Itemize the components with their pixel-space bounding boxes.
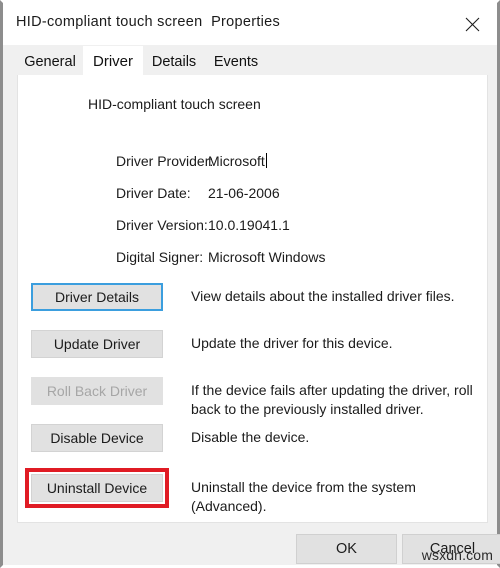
tab-events[interactable]: Events: [205, 48, 267, 75]
tab-driver[interactable]: Driver: [83, 46, 143, 76]
action-row-driver-details: Driver Details View details about the in…: [18, 283, 487, 323]
tab-strip: General Driver Details Events: [3, 45, 497, 76]
uninstall-device-description: Uninstall the device from the system (Ad…: [191, 479, 416, 514]
tab-details[interactable]: Details: [143, 48, 205, 75]
info-value: Microsoft Windows: [208, 249, 326, 265]
action-row-update-driver: Update Driver Update the driver for this…: [18, 330, 487, 370]
info-label: Driver Date:: [116, 185, 191, 201]
title-bar: HID-compliant touch screen Properties: [3, 3, 497, 45]
info-row-driver-version: Driver Version: 10.0.19041.1: [18, 217, 487, 237]
info-value: Microsoft: [208, 153, 267, 169]
disable-device-description: Disable the device.: [191, 429, 310, 445]
tab-general[interactable]: General: [17, 48, 83, 75]
update-driver-description: Update the driver for this device.: [191, 335, 393, 351]
driver-details-description: View details about the installed driver …: [191, 288, 455, 304]
update-driver-button[interactable]: Update Driver: [31, 330, 163, 358]
info-row-driver-date: Driver Date: 21-06-2006: [18, 185, 487, 205]
info-value: 21-06-2006: [208, 185, 280, 201]
text-caret: [265, 153, 267, 168]
properties-dialog: HID-compliant touch screen Properties Ge…: [0, 0, 500, 568]
action-row-uninstall-device: Uninstall Device Uninstall the device fr…: [18, 468, 487, 514]
driver-tab-panel: HID-compliant touch screen Driver Provid…: [17, 75, 488, 523]
info-row-digital-signer: Digital Signer: Microsoft Windows: [18, 249, 487, 269]
uninstall-device-button[interactable]: Uninstall Device: [31, 474, 163, 502]
device-name-label: HID-compliant touch screen: [88, 96, 261, 112]
info-row-driver-provider: Driver Provider: Microsoft: [18, 153, 487, 173]
action-row-disable-device: Disable Device Disable the device.: [18, 424, 487, 464]
info-label: Digital Signer:: [116, 249, 204, 265]
driver-details-button[interactable]: Driver Details: [31, 283, 163, 311]
roll-back-driver-description: If the device fails after updating the d…: [191, 382, 473, 417]
window-title: HID-compliant touch screen Properties: [16, 14, 281, 30]
info-value: 10.0.19041.1: [208, 217, 290, 233]
ok-button[interactable]: OK: [296, 534, 397, 564]
roll-back-driver-button: Roll Back Driver: [31, 377, 163, 405]
action-row-roll-back-driver: Roll Back Driver If the device fails aft…: [18, 377, 487, 417]
close-icon[interactable]: [449, 3, 495, 45]
info-value-text: Microsoft: [208, 153, 265, 169]
info-label: Driver Provider:: [116, 153, 214, 169]
site-watermark: wsxdn.com: [421, 547, 493, 563]
disable-device-button[interactable]: Disable Device: [31, 424, 163, 452]
info-label: Driver Version:: [116, 217, 208, 233]
